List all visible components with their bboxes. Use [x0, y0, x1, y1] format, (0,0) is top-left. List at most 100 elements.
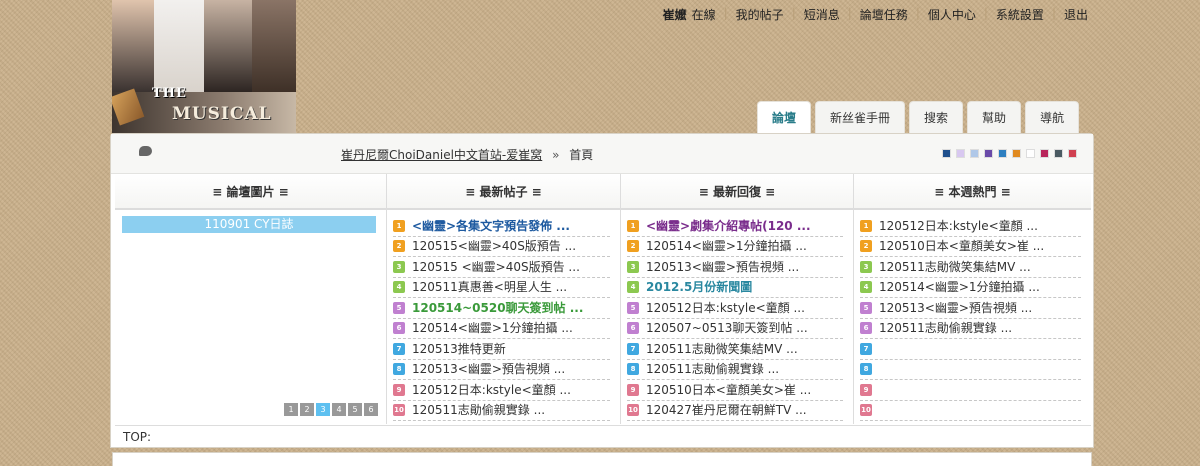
nav-separator: | — [1051, 6, 1056, 20]
list-item: 10 120511志勛偷親實錄 ... — [393, 401, 610, 421]
column-weekly-hot: ≡ 本週熱門 ≡ 1 120512日本:kstyle<童顏 ... 2 120510日… — [854, 174, 1091, 424]
thread-link[interactable]: 120512日本:kstyle<童顏 ... — [646, 298, 805, 318]
thread-link[interactable]: 120511志勛微笑集結MV ... — [879, 257, 1031, 277]
color-swatch[interactable] — [1012, 149, 1021, 158]
thread-link[interactable]: 120511志勛微笑集結MV ... — [646, 339, 798, 359]
list-item: 6 120507~0513聊天簽到帖 ... — [627, 319, 843, 339]
list-item: 9 120512日本:kstyle<童顏 ... — [393, 380, 610, 401]
color-swatch[interactable] — [1054, 149, 1063, 158]
rank-number-icon: 3 — [393, 260, 405, 273]
tab-navigation[interactable]: 導航 — [1025, 101, 1080, 133]
list-item: 7 120511志勛微笑集結MV ... — [627, 339, 843, 360]
column-latest-posts: ≡ 最新帖子 ≡ 1 <幽靈>各集文字預告發佈 ... 2 120515<幽靈>40S… — [387, 174, 621, 424]
rank-number-icon: 1 — [860, 219, 872, 232]
tab-search[interactable]: 搜索 — [909, 101, 964, 133]
rank-number-icon: 8 — [860, 363, 872, 376]
pager-button[interactable]: 6 — [364, 403, 378, 416]
thread-link[interactable]: 120511志勛偷親實錄 ... — [879, 319, 1012, 339]
speech-bubble-icon[interactable] — [139, 146, 152, 156]
list-item: 1 <幽靈>劇集介紹專帖(120 ... — [627, 216, 843, 237]
color-swatch[interactable] — [984, 149, 993, 158]
thread-link[interactable]: 120515<幽靈>40S版預告 ... — [412, 237, 576, 257]
my-posts-link[interactable]: 我的帖子 — [736, 6, 784, 23]
thread-link[interactable]: 120513<幽靈>預告視頻 ... — [646, 257, 799, 277]
thread-link[interactable]: 2012.5月份新聞圖 — [646, 278, 752, 298]
thread-link[interactable]: 120510日本<童顏美女>崔 ... — [646, 380, 811, 400]
rank-number-icon: 4 — [393, 281, 405, 294]
picture-caption-link[interactable]: 110901 CY日誌 — [122, 216, 376, 233]
thread-link[interactable]: 120512日本:kstyle<童顏 ... — [879, 216, 1038, 236]
style-swatches — [942, 149, 1077, 158]
list-item: 5 120514~0520聊天簽到帖 ... — [393, 298, 610, 319]
list-item: 4 120511真惠善<明星人生 ... — [393, 278, 610, 298]
rank-number-icon: 8 — [627, 363, 639, 376]
tab-help[interactable]: 幫助 — [967, 101, 1022, 133]
rank-number-icon: 7 — [393, 342, 405, 355]
column-title: ≡ 本週熱門 ≡ — [854, 174, 1091, 210]
color-swatch[interactable] — [1026, 149, 1035, 158]
rank-number-icon: 10 — [627, 404, 639, 417]
online-status[interactable]: 在線 — [692, 6, 716, 23]
thread-link[interactable]: 120511志勛偷親實錄 ... — [412, 401, 545, 421]
personal-center-link[interactable]: 個人中心 — [928, 6, 976, 23]
list-item: 5 120513<幽靈>預告視頻 ... — [860, 298, 1081, 319]
thread-link[interactable]: 120515 <幽靈>40S版預告 ... — [412, 257, 580, 277]
thread-link[interactable]: 120512日本:kstyle<童顏 ... — [412, 380, 571, 400]
thread-link[interactable]: 120514~0520聊天簽到帖 ... — [412, 298, 583, 318]
list-item: 3 120515 <幽靈>40S版預告 ... — [393, 257, 610, 278]
list-item: 9 — [860, 380, 1081, 401]
thread-link[interactable]: 120427崔丹尼爾在朝鮮TV ... — [646, 401, 807, 421]
thread-link[interactable]: 120513推特更新 — [412, 339, 506, 359]
column-pictures: ≡ 論壇圖片 ≡ 110901 CY日誌 123456 — [115, 174, 387, 424]
pager-button[interactable]: 2 — [300, 403, 314, 416]
breadcrumb-site-link[interactable]: 崔丹尼爾ChoiDaniel中文首站-爱崔窝 — [341, 148, 542, 162]
logout-link[interactable]: 退出 — [1064, 6, 1088, 23]
list-item: 3 120511志勛微笑集結MV ... — [860, 257, 1081, 278]
settings-link[interactable]: 系統設置 — [996, 6, 1044, 23]
thread-link[interactable]: 120514<幽靈>1分鐘拍攝 ... — [879, 278, 1040, 298]
rank-number-icon: 6 — [860, 322, 872, 335]
list-item: 2 120515<幽靈>40S版預告 ... — [393, 237, 610, 257]
thread-link[interactable]: 120513<幽靈>預告視頻 ... — [879, 298, 1032, 318]
thread-link[interactable]: 120511真惠善<明星人生 ... — [412, 278, 567, 298]
thread-link[interactable]: 120513<幽靈>預告視頻 ... — [412, 360, 565, 380]
thread-link[interactable]: 120507~0513聊天簽到帖 ... — [646, 319, 808, 339]
color-swatch[interactable] — [956, 149, 965, 158]
banner-photo-2 — [154, 0, 204, 92]
rank-number-icon: 7 — [627, 342, 639, 355]
weekly-hot-list: 1 120512日本:kstyle<童顏 ... 2 120510日本<童顏美女>崔 … — [860, 216, 1085, 421]
nav-separator: | — [915, 6, 920, 20]
pager-button[interactable]: 3 — [316, 403, 330, 416]
breadcrumb-arrow: » — [552, 148, 560, 162]
color-swatch[interactable] — [1040, 149, 1049, 158]
thread-link[interactable]: <幽靈>各集文字預告發佈 ... — [412, 216, 570, 236]
nav-separator: | — [847, 6, 852, 20]
thread-link[interactable]: 120514<幽靈>1分鐘拍攝 ... — [646, 237, 807, 257]
pager-button[interactable]: 4 — [332, 403, 346, 416]
main-panel: 崔丹尼爾ChoiDaniel中文首站-爱崔窝 » 首頁 ≡ 論壇圖片 ≡ 110… — [110, 133, 1094, 448]
color-swatch[interactable] — [970, 149, 979, 158]
color-swatch[interactable] — [942, 149, 951, 158]
color-swatch[interactable] — [998, 149, 1007, 158]
forum-tasks-link[interactable]: 論壇任務 — [860, 6, 908, 23]
top-links-bar: TOP: — [115, 425, 1091, 447]
tab-forum[interactable]: 論壇 — [757, 101, 812, 133]
color-swatch[interactable] — [1068, 149, 1077, 158]
thread-link[interactable]: 120511志勛偷親實錄 ... — [646, 360, 779, 380]
tab-newbie-guide[interactable]: 新丝雀手冊 — [815, 101, 906, 133]
latest-posts-list: 1 <幽靈>各集文字預告發佈 ... 2 120515<幽靈>40S版預告 ... 3 1… — [393, 216, 614, 421]
thread-link[interactable]: 120510日本<童顏美女>崔 ... — [879, 237, 1044, 257]
rank-number-icon: 5 — [627, 301, 639, 314]
thread-link[interactable]: 120514<幽靈>1分鐘拍攝 ... — [412, 319, 573, 339]
list-item: 8 120513<幽靈>預告視頻 ... — [393, 360, 610, 380]
rank-number-icon: 9 — [627, 383, 639, 396]
messages-link[interactable]: 短消息 — [804, 6, 840, 23]
username-link[interactable]: 崔嬤 — [663, 6, 687, 23]
pager-button[interactable]: 5 — [348, 403, 362, 416]
thread-link[interactable]: <幽靈>劇集介紹專帖(120 ... — [646, 216, 811, 236]
site-banner-image[interactable]: THE MUSICAL — [112, 0, 296, 133]
rank-number-icon: 9 — [393, 383, 405, 396]
pager-button[interactable]: 1 — [284, 403, 298, 416]
banner-photo-3 — [204, 0, 252, 92]
list-item: 10 — [860, 401, 1081, 421]
